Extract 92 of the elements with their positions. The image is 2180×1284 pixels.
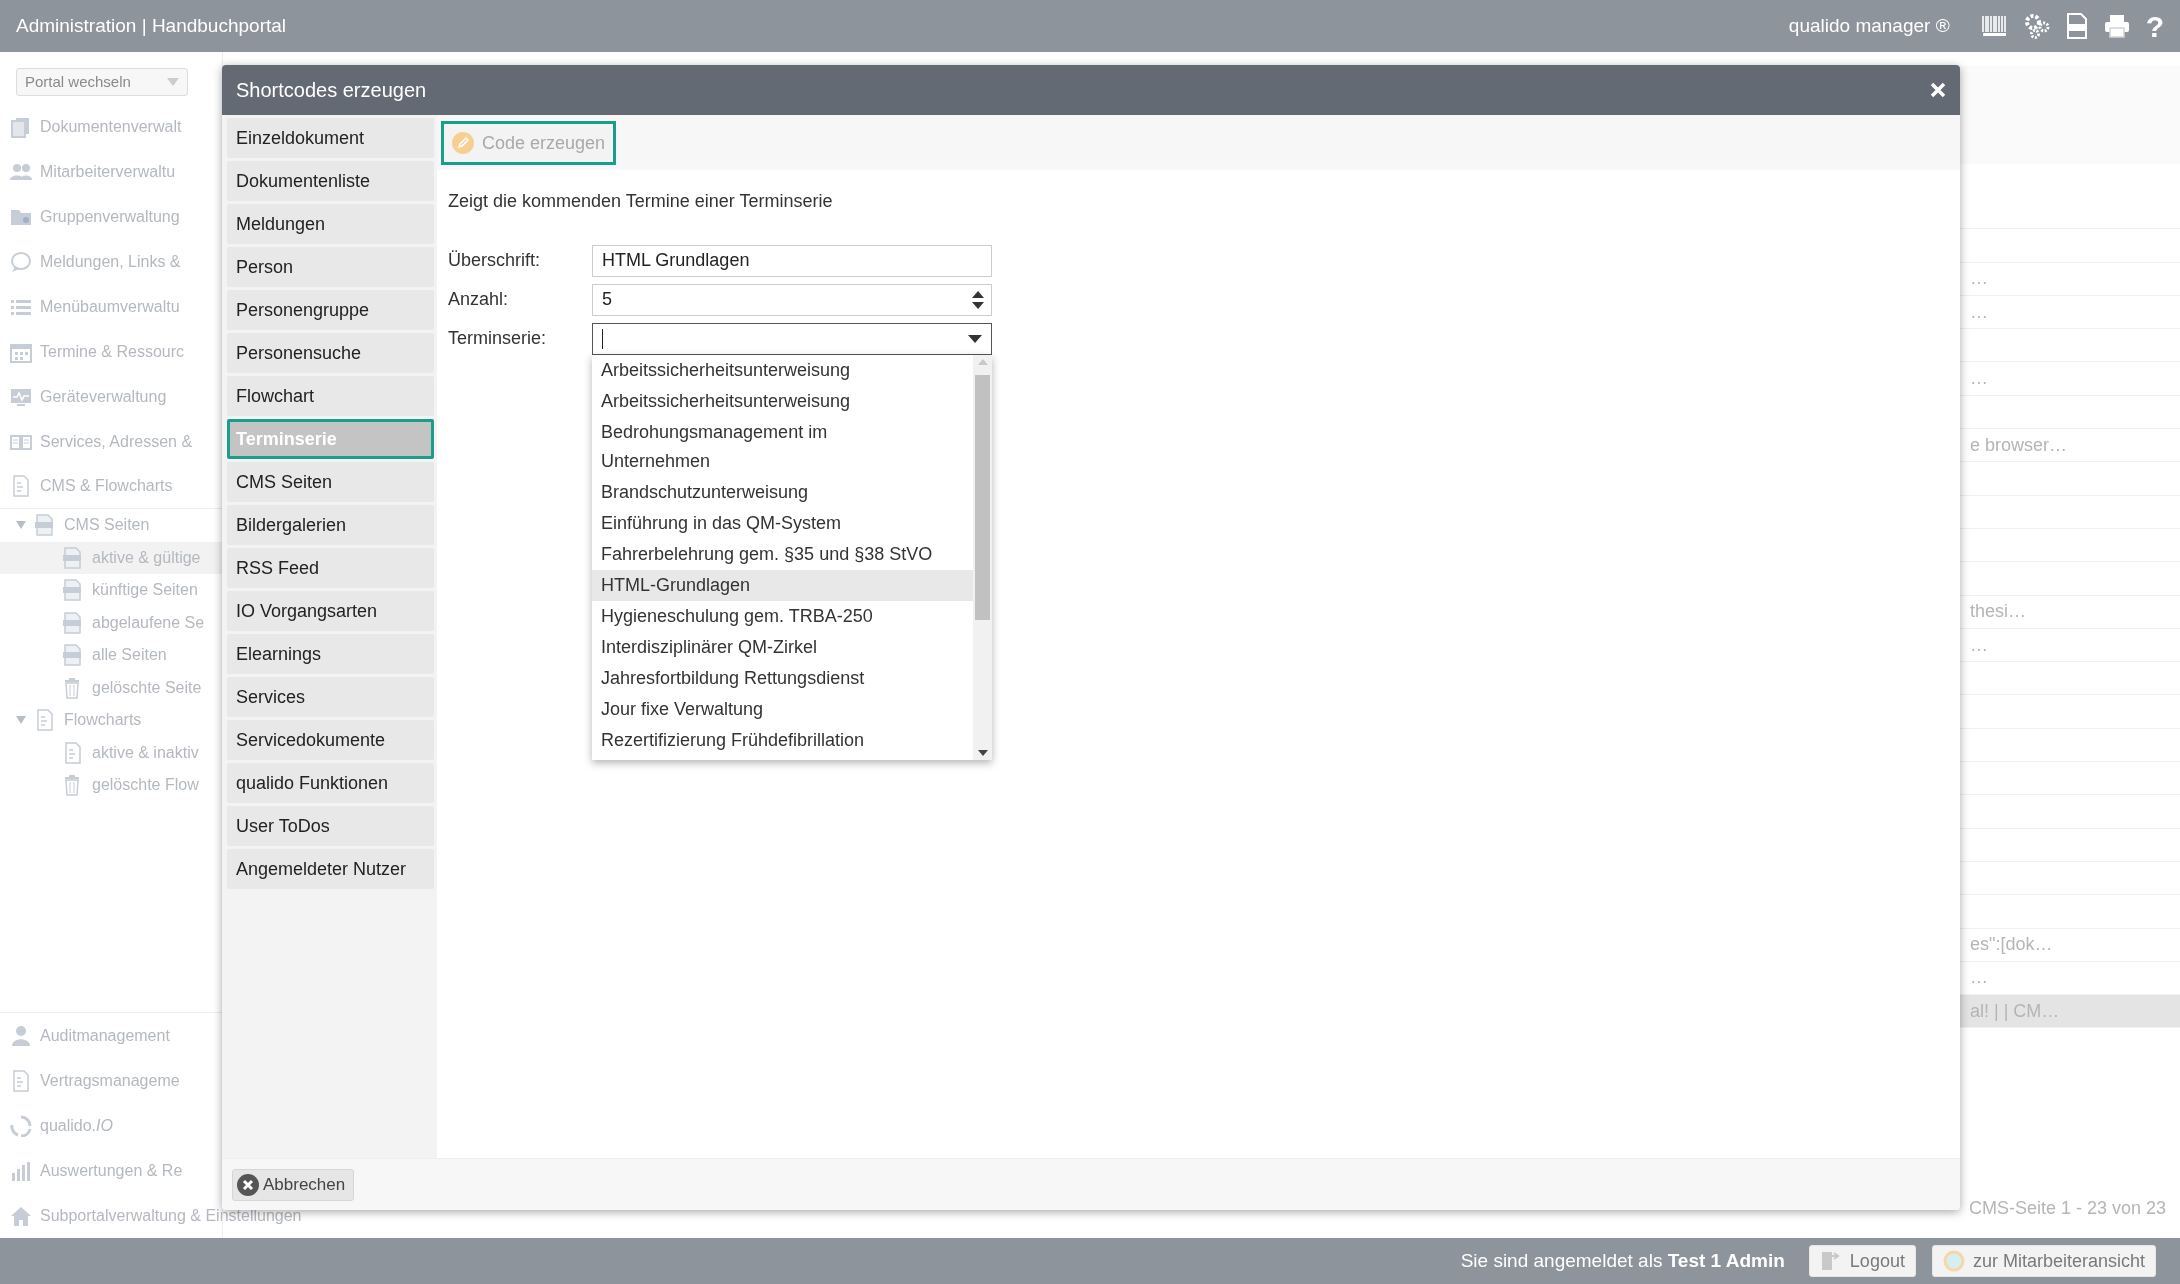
shortcode-type-item[interactable]: qualido Funktionen [227,763,434,803]
barcode-icon[interactable] [1981,15,2008,37]
shortcode-type-item[interactable]: Meldungen [227,204,434,244]
cancel-button[interactable]: Abbrechen [232,1168,355,1201]
logout-button[interactable]: Logout [1808,1245,1916,1277]
table-cell: es":[dok… [1970,934,2053,955]
description-text: Zeigt die kommenden Termine einer Terminserie [448,190,834,213]
document-icon [10,475,32,497]
bar-chart-icon [10,1159,32,1182]
caret-icon [167,78,179,86]
html-file-icon [62,611,84,634]
table-cell: e browser… [1970,434,2068,455]
dropdown-option[interactable]: Arbeitssicherheitsunterweisung [592,385,973,417]
dropdown-option[interactable]: Interdisziplinärer QM-Zirkel [592,631,973,663]
dropdown-option[interactable]: Hygieneschulung gem. TRBA-250 [592,600,973,632]
expand-caret-icon[interactable] [16,520,26,531]
dropdown-option[interactable]: Arbeitssicherheitsunterweisung [592,354,973,386]
dropdown-option[interactable]: Einführung in das QM-System [592,507,973,539]
gears-icon[interactable] [2023,13,2050,39]
dropdown-option[interactable]: Jahresfortbildung Rettungsdienst [592,662,973,694]
employee-view-button[interactable]: zur Mitarbeiteransicht [1931,1245,2156,1277]
chat-bubble-icon [10,250,32,273]
field-label: Terminserie: [448,327,548,350]
shortcode-type-item[interactable]: Personensuche [227,333,434,373]
html-file-icon [34,514,56,537]
dropdown-option[interactable]: Brandschutzunterweisung [592,476,973,508]
table-cell: … [1970,634,1988,655]
house-icon [10,1204,32,1227]
shortcode-type-item[interactable]: Servicedokumente [227,720,434,760]
shortcode-type-item[interactable]: Elearnings [227,634,434,674]
dropdown-option[interactable]: Fahrerbelehrung gem. §35 und §38 StVO [592,538,973,570]
text-caret [602,328,603,349]
shortcode-type-item[interactable]: Angemeldeter Nutzer [227,849,434,889]
dropdown-option[interactable]: Jour fixe Verwaltung [592,693,973,725]
shortcode-type-item[interactable]: Einzeldokument [227,118,434,158]
printer-icon[interactable] [2103,14,2130,38]
table-cell: thesi… [1970,601,2027,622]
spin-arrows-icon[interactable] [972,289,984,310]
document-icon [10,1069,32,1092]
number-field[interactable]: 5 [592,283,992,316]
dropdown-option[interactable]: HTML-Grundlagen [592,569,973,601]
shortcode-type-item[interactable]: Dokumentenliste [227,161,434,201]
select-field[interactable] [592,322,992,355]
scroll-down-icon[interactable] [977,749,988,756]
documents-icon [10,115,32,138]
tree-item-label: gelöschte Seite [92,677,202,698]
dropdown-option[interactable]: Rezertifizierung Frühdefibrillation [592,724,973,756]
table-cell: … [1970,301,1988,322]
scrollbar[interactable] [973,354,992,760]
table-cell: … [1970,368,1988,389]
shortcode-type-item[interactable]: Bildergalerien [227,505,434,545]
scrollbar-thumb[interactable] [975,374,990,620]
html-file-icon [62,644,84,667]
tree-item-label: gelöschte Flow [92,775,199,796]
login-status-text: Sie sind angemeldet als Test 1 Admin [1460,1248,1785,1273]
tree-item-label: künftige Seiten [92,580,198,601]
tree-item-label: aktive & gültige [92,547,201,568]
dropdown-option[interactable]: Bedrohungsmanagement im Unternehmen [592,416,973,477]
document-icon [62,741,84,764]
shortcode-type-item[interactable]: Personengruppe [227,290,434,330]
app-title: Administration | Handbuchportal [16,13,287,38]
shortcode-type-item[interactable]: CMS Seiten [227,462,434,502]
tree-item-label: aktive & inaktiv [92,742,199,763]
pencil-icon [452,132,474,154]
product-name: qualido manager ® [1788,13,1950,38]
shortcode-type-item[interactable]: RSS Feed [227,548,434,588]
field-label: Überschrift: [448,249,542,272]
shortcode-type-item[interactable]: Flowchart [227,376,434,416]
html-file-icon [62,579,84,602]
shortcode-type-item[interactable]: Services [227,677,434,717]
ring-icon [10,1114,32,1137]
shortcode-type-item[interactable]: Person [227,247,434,287]
tree-item-label: alle Seiten [92,645,167,666]
html-file-icon [62,546,84,569]
table-cell: … [1970,967,1988,988]
tree-item-label: abgelaufene Se [92,612,205,633]
expand-caret-icon[interactable] [16,715,26,726]
shortcode-type-item[interactable]: IO Vorgangsarten [227,591,434,631]
spreadsheet-file-icon[interactable] [2065,13,2088,39]
dropdown-caret-icon[interactable] [968,334,982,343]
page-count: CMS-Seite 1 - 23 von 23 [1968,1197,2166,1220]
text-field[interactable]: HTML Grundlagen [592,244,992,277]
modal-title: Shortcodes erzeugen [236,78,427,103]
field-label: Anzahl: [448,288,510,311]
close-icon[interactable] [1930,82,1946,98]
person-icon [10,1024,32,1047]
circle-icon [1942,1250,1965,1272]
document-icon [34,709,56,732]
cancel-x-icon [237,1173,259,1196]
table-cell: … [1970,268,1988,289]
door-icon [1819,1250,1842,1272]
shortcode-type-item[interactable]: User ToDos [227,806,434,846]
